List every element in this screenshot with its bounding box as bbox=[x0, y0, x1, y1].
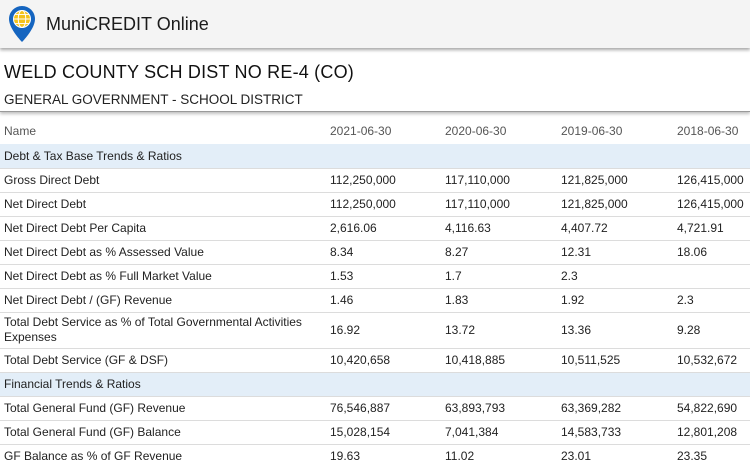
row-label: Net Direct Debt as % Assessed Value bbox=[0, 240, 326, 265]
column-header-year[interactable]: 2018-06-30 bbox=[673, 112, 750, 144]
table-row: Total Debt Service as % of Total Governm… bbox=[0, 312, 750, 349]
cell-value: 4,721.91 bbox=[673, 216, 750, 241]
cell-value: 121,825,000 bbox=[557, 168, 673, 193]
cell-value: 1.46 bbox=[326, 288, 441, 313]
table-row: Net Direct Debt as % Assessed Value 8.34… bbox=[0, 240, 750, 265]
cell-value: 14,583,733 bbox=[557, 420, 673, 445]
cell-value: 76,546,887 bbox=[326, 396, 441, 421]
cell-value: 12.31 bbox=[557, 240, 673, 265]
cell-value: 2.3 bbox=[557, 264, 673, 289]
table-row: Net Direct Debt Per Capita 2,616.06 4,11… bbox=[0, 216, 750, 241]
row-label: Total General Fund (GF) Balance bbox=[0, 420, 326, 445]
entity-type: GENERAL GOVERNMENT - SCHOOL DISTRICT bbox=[4, 92, 303, 107]
entity-name: WELD COUNTY SCH DIST NO RE-4 (CO) bbox=[4, 62, 354, 82]
table-row: GF Balance as % of GF Revenue 19.63 11.0… bbox=[0, 444, 750, 464]
cell-value bbox=[673, 264, 750, 289]
cell-value: 15,028,154 bbox=[326, 420, 441, 445]
section-title: Financial Trends & Ratios bbox=[0, 372, 750, 397]
cell-value: 8.27 bbox=[441, 240, 557, 265]
entity-header: WELD COUNTY SCH DIST NO RE-4 (CO) GENERA… bbox=[0, 52, 750, 112]
cell-value: 117,110,000 bbox=[441, 168, 557, 193]
cell-value: 126,415,000 bbox=[673, 192, 750, 217]
cell-value: 1.7 bbox=[441, 264, 557, 289]
cell-value: 8.34 bbox=[326, 240, 441, 265]
row-label: Total General Fund (GF) Revenue bbox=[0, 396, 326, 421]
row-label: Net Direct Debt as % Full Market Value bbox=[0, 264, 326, 289]
cell-value: 23.01 bbox=[557, 444, 673, 464]
cell-value: 12,801,208 bbox=[673, 420, 750, 445]
row-label: Gross Direct Debt bbox=[0, 168, 326, 193]
column-header-year[interactable]: 2019-06-30 bbox=[557, 112, 673, 144]
table-row: Gross Direct Debt 112,250,000 117,110,00… bbox=[0, 168, 750, 193]
table-row: Total General Fund (GF) Revenue 76,546,8… bbox=[0, 396, 750, 421]
cell-value: 9.28 bbox=[673, 312, 750, 349]
cell-value: 13.36 bbox=[557, 312, 673, 349]
cell-value: 1.92 bbox=[557, 288, 673, 313]
row-label: Total Debt Service (GF & DSF) bbox=[0, 348, 326, 373]
cell-value: 112,250,000 bbox=[326, 192, 441, 217]
cell-value: 16.92 bbox=[326, 312, 441, 349]
cell-value: 117,110,000 bbox=[441, 192, 557, 217]
row-label: Net Direct Debt Per Capita bbox=[0, 216, 326, 241]
column-header-year[interactable]: 2020-06-30 bbox=[441, 112, 557, 144]
cell-value: 126,415,000 bbox=[673, 168, 750, 193]
column-header-name[interactable]: Name bbox=[0, 112, 326, 144]
table-row: Net Direct Debt / (GF) Revenue 1.46 1.83… bbox=[0, 288, 750, 313]
column-header-year[interactable]: 2021-06-30 bbox=[326, 112, 441, 144]
ratios-table: Name 2021-06-30 2020-06-30 2019-06-30 20… bbox=[0, 112, 750, 464]
globe-pin-icon[interactable] bbox=[8, 5, 36, 43]
section-title: Debt & Tax Base Trends & Ratios bbox=[0, 144, 750, 169]
cell-value: 23.35 bbox=[673, 444, 750, 464]
row-label: Net Direct Debt bbox=[0, 192, 326, 217]
table-row: Total General Fund (GF) Balance 15,028,1… bbox=[0, 420, 750, 445]
app-title: MuniCREDIT Online bbox=[46, 13, 209, 34]
row-label: Total Debt Service as % of Total Governm… bbox=[0, 312, 326, 349]
cell-value: 10,511,525 bbox=[557, 348, 673, 373]
cell-value: 1.53 bbox=[326, 264, 441, 289]
section-header-row: Debt & Tax Base Trends & Ratios bbox=[0, 144, 750, 169]
cell-value: 11.02 bbox=[441, 444, 557, 464]
cell-value: 10,532,672 bbox=[673, 348, 750, 373]
row-label: Net Direct Debt / (GF) Revenue bbox=[0, 288, 326, 313]
cell-value: 4,407.72 bbox=[557, 216, 673, 241]
table-row: Net Direct Debt as % Full Market Value 1… bbox=[0, 264, 750, 289]
cell-value: 121,825,000 bbox=[557, 192, 673, 217]
cell-value: 18.06 bbox=[673, 240, 750, 265]
cell-value: 2,616.06 bbox=[326, 216, 441, 241]
cell-value: 4,116.63 bbox=[441, 216, 557, 241]
cell-value: 2.3 bbox=[673, 288, 750, 313]
app-header: MuniCREDIT Online bbox=[0, 0, 750, 48]
cell-value: 13.72 bbox=[441, 312, 557, 349]
cell-value: 112,250,000 bbox=[326, 168, 441, 193]
cell-value: 63,893,793 bbox=[441, 396, 557, 421]
table-row: Total Debt Service (GF & DSF) 10,420,658… bbox=[0, 348, 750, 373]
cell-value: 1.83 bbox=[441, 288, 557, 313]
table-row: Net Direct Debt 112,250,000 117,110,000 … bbox=[0, 192, 750, 217]
cell-value: 10,418,885 bbox=[441, 348, 557, 373]
row-label: GF Balance as % of GF Revenue bbox=[0, 444, 326, 464]
cell-value: 19.63 bbox=[326, 444, 441, 464]
table-header-row: Name 2021-06-30 2020-06-30 2019-06-30 20… bbox=[0, 112, 750, 144]
section-header-row: Financial Trends & Ratios bbox=[0, 372, 750, 397]
cell-value: 54,822,690 bbox=[673, 396, 750, 421]
cell-value: 7,041,384 bbox=[441, 420, 557, 445]
cell-value: 63,369,282 bbox=[557, 396, 673, 421]
cell-value: 10,420,658 bbox=[326, 348, 441, 373]
